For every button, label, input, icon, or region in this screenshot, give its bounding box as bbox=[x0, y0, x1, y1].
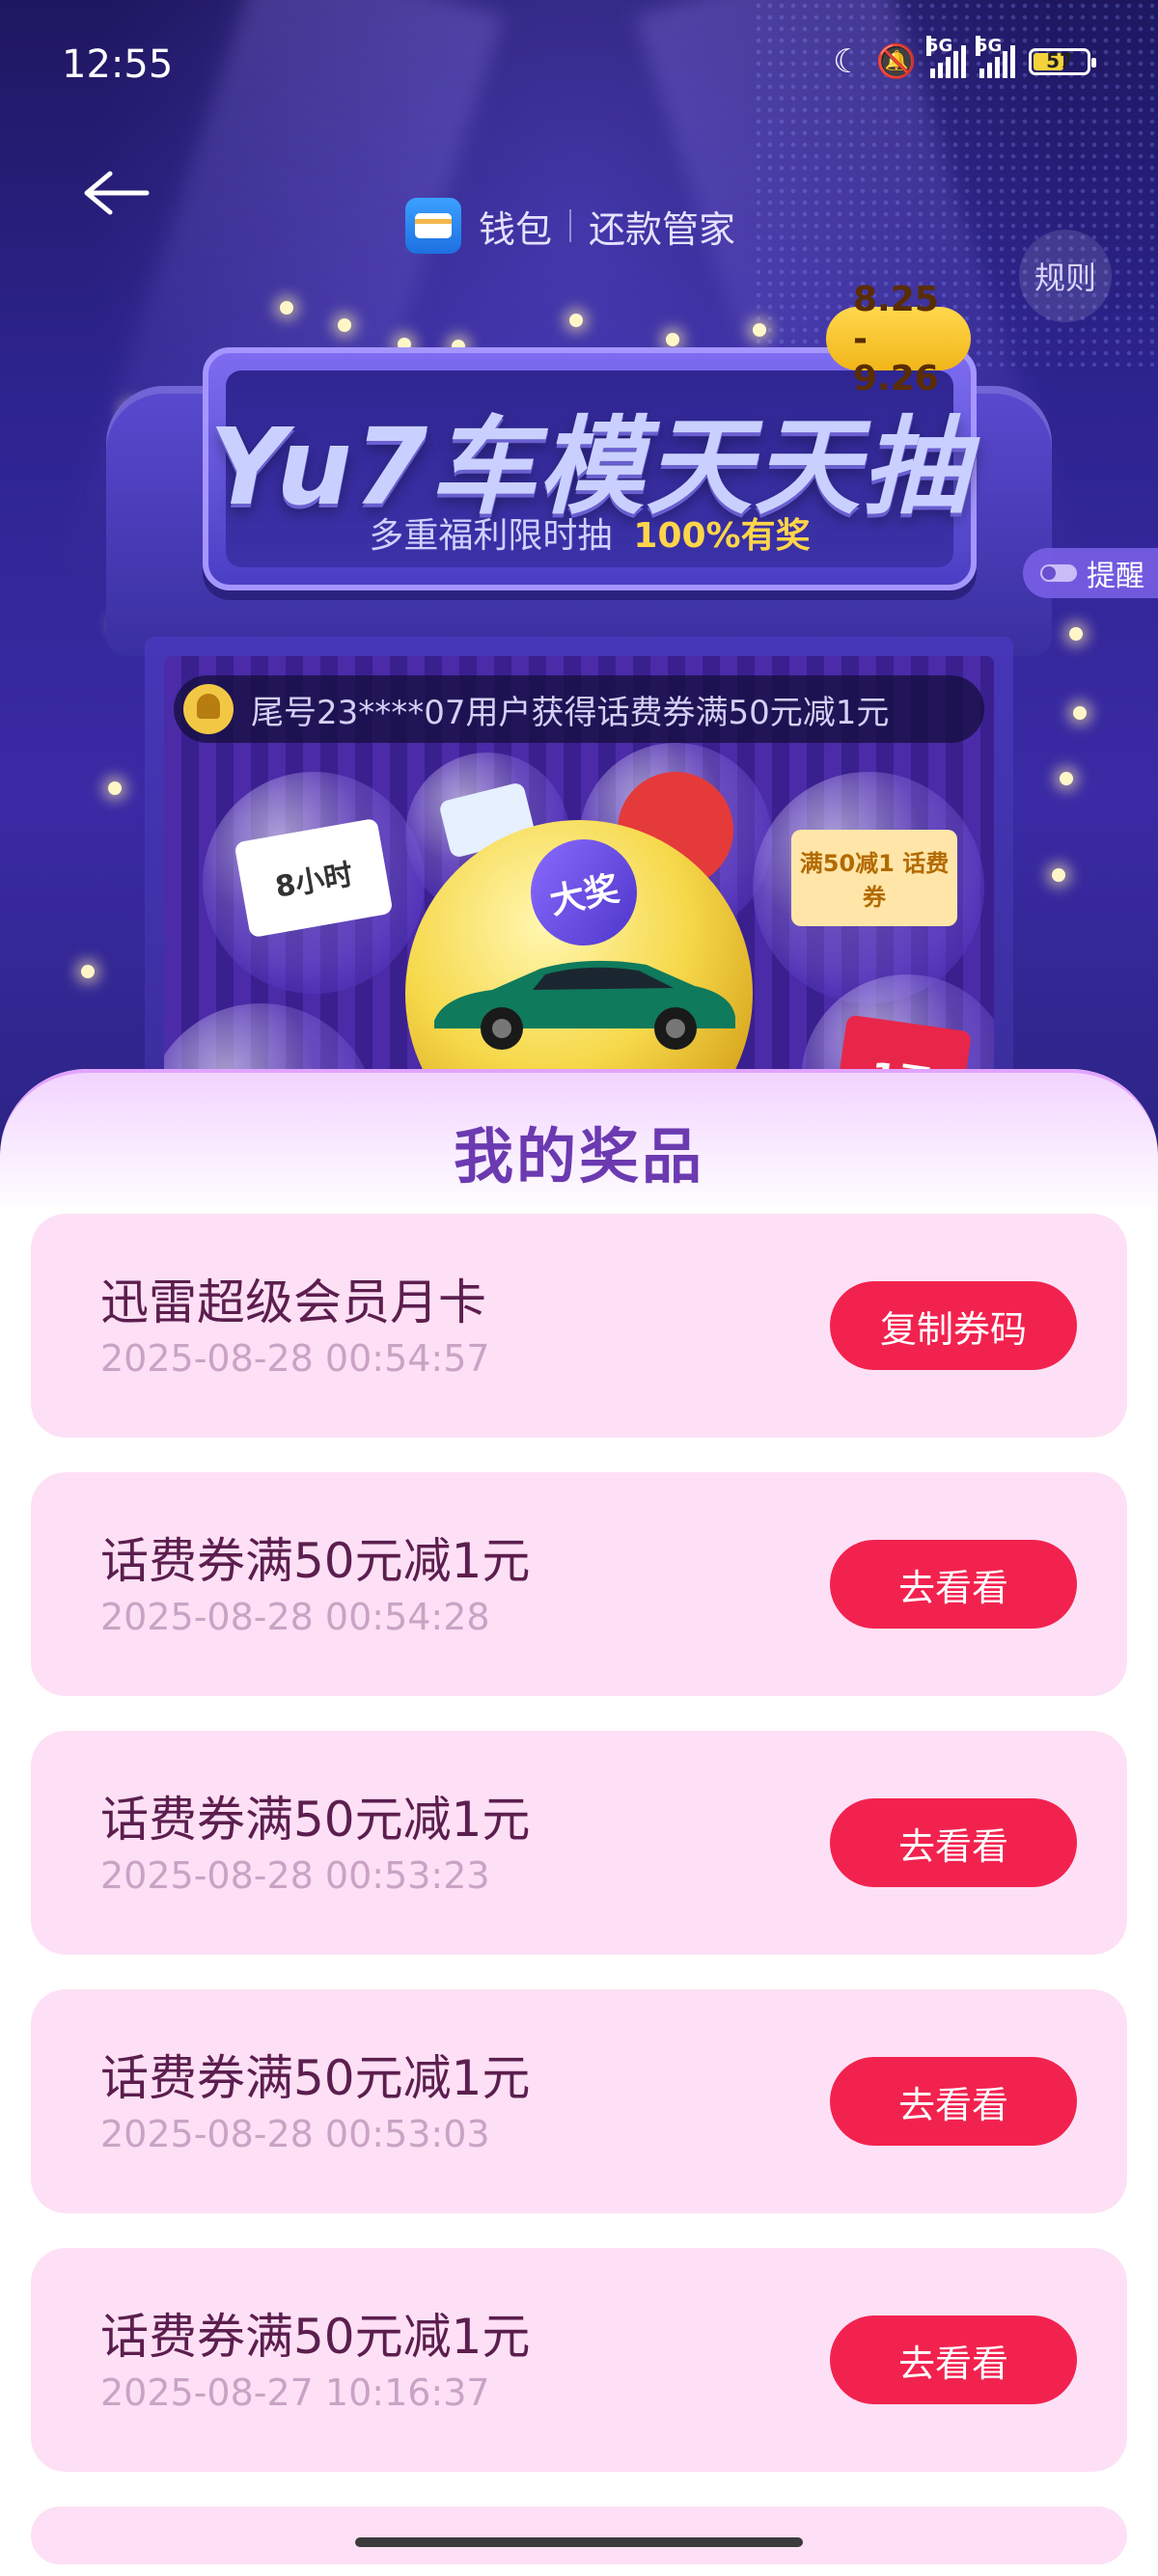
toggle-icon bbox=[1040, 564, 1077, 582]
winner-ticker: 尾号23****07用户获得话费券满50元减1元 bbox=[174, 675, 984, 743]
status-icons: ☾ 🔕 5G 5G 57 bbox=[833, 36, 1096, 81]
prize-name: 话费券满50元减1元 bbox=[100, 1792, 531, 1848]
prize-time: 2025-08-28 00:54:57 bbox=[100, 1337, 490, 1380]
wallet-icon bbox=[405, 198, 461, 254]
signal-icon-2: 5G bbox=[976, 36, 1015, 78]
copy-code-button[interactable]: 复制券码 bbox=[830, 1281, 1077, 1370]
view-button[interactable]: 去看看 bbox=[830, 2057, 1077, 2146]
title-board: Yu7车模天天抽 多重福利限时抽100%有奖 8.25 - 9.26 bbox=[203, 280, 977, 590]
machine-body: 尾号23****07用户获得话费券满50元减1元 8小时 满50减1 话费券 大… bbox=[145, 637, 1013, 1138]
sub-app-name: 还款管家 bbox=[589, 207, 736, 251]
prize-time: 2025-08-28 00:53:03 bbox=[100, 2113, 490, 2155]
back-arrow-icon[interactable] bbox=[77, 164, 154, 222]
my-prizes-sheet: 我的奖品 迅雷超级会员月卡 2025-08-28 00:54:57 复制券码 话… bbox=[0, 1069, 1158, 2576]
decor-light bbox=[280, 301, 293, 315]
prize-item-partial bbox=[31, 2507, 1127, 2564]
battery-icon: 57 bbox=[1029, 48, 1096, 75]
clock: 12:55 bbox=[62, 42, 174, 87]
prize-item: 话费券满50元减1元 2025-08-28 00:53:03 去看看 bbox=[31, 1989, 1127, 2213]
subtitle-highlight: 100%有奖 bbox=[633, 516, 811, 556]
decor-light bbox=[81, 965, 95, 978]
remind-label: 提醒 bbox=[1087, 560, 1144, 593]
moon-icon: ☾ bbox=[833, 42, 863, 81]
prize-time: 2025-08-28 00:53:23 bbox=[100, 1854, 490, 1897]
decor-light bbox=[1052, 868, 1065, 882]
prize-item: 话费券满50元减1元 2025-08-28 00:53:23 去看看 bbox=[31, 1731, 1127, 1955]
prize-item: 话费券满50元减1元 2025-08-27 10:16:37 去看看 bbox=[31, 2248, 1127, 2472]
prize-list: 迅雷超级会员月卡 2025-08-28 00:54:57 复制券码 话费券满50… bbox=[0, 1214, 1158, 2564]
remind-toggle[interactable]: 提醒 bbox=[1023, 548, 1158, 598]
bell-icon bbox=[183, 684, 234, 734]
bell-muted-icon: 🔕 bbox=[875, 42, 917, 81]
decor-light bbox=[1069, 627, 1083, 641]
prize-item: 迅雷超级会员月卡 2025-08-28 00:54:57 复制券码 bbox=[31, 1214, 1127, 1438]
prize-name: 迅雷超级会员月卡 bbox=[100, 1274, 486, 1330]
decor-light bbox=[666, 333, 679, 346]
prize-name: 话费券满50元减1元 bbox=[100, 2309, 531, 2365]
decor-light bbox=[338, 318, 351, 332]
prize-name: 话费券满50元减1元 bbox=[100, 1533, 531, 1589]
view-button[interactable]: 去看看 bbox=[830, 2316, 1077, 2404]
prize-time: 2025-08-27 10:16:37 bbox=[100, 2371, 490, 2414]
car-model-icon bbox=[434, 960, 735, 1050]
prize-time: 2025-08-28 00:54:28 bbox=[100, 1596, 490, 1638]
activity-subtitle: 多重福利限时抽 100%有奖 bbox=[369, 516, 811, 556]
claw-machine: Yu7车模天天抽 多重福利限时抽100%有奖 8.25 - 9.26 尾号23*… bbox=[106, 280, 1052, 1138]
date-range-badge: 8.25 - 9.26 bbox=[826, 280, 971, 398]
grand-prize-tag: 大奖 bbox=[520, 829, 648, 956]
app-header: 钱包 还款管家 bbox=[405, 198, 735, 254]
view-button[interactable]: 去看看 bbox=[830, 1540, 1077, 1629]
status-bar: 12:55 ☾ 🔕 5G 5G 57 bbox=[0, 0, 1158, 125]
view-button[interactable]: 去看看 bbox=[830, 1798, 1077, 1887]
sheet-title: 我的奖品 bbox=[453, 1121, 704, 1192]
membership-card: 8小时 bbox=[234, 817, 394, 939]
sheet-header: 我的奖品 bbox=[0, 1069, 1158, 1214]
capsule-membership: 8小时 bbox=[203, 772, 425, 994]
prize-item: 话费券满50元减1元 2025-08-28 00:54:28 去看看 bbox=[31, 1472, 1127, 1696]
prize-name: 话费券满50元减1元 bbox=[100, 2050, 531, 2106]
signal-icon: 5G bbox=[926, 36, 966, 78]
app-name: 钱包 bbox=[479, 207, 553, 251]
ticker-text: 尾号23****07用户获得话费券满50元减1元 bbox=[251, 693, 890, 732]
decor-light bbox=[569, 314, 583, 327]
machine-window: 尾号23****07用户获得话费券满50元减1元 8小时 满50减1 话费券 大… bbox=[164, 656, 994, 1138]
home-indicator[interactable] bbox=[355, 2537, 803, 2547]
capsule-coupon: 满50减1 话费券 bbox=[753, 772, 984, 1003]
decor-light bbox=[1060, 772, 1073, 785]
rules-button[interactable]: 规则 bbox=[1019, 230, 1112, 322]
coupon-card: 满50减1 话费券 bbox=[791, 830, 957, 926]
decor-light bbox=[1073, 706, 1087, 720]
divider bbox=[569, 209, 572, 242]
activity-banner: Yu7车模天天抽 多重福利限时抽100%有奖 8.25 - 9.26 尾号23*… bbox=[0, 0, 1158, 1138]
decor-light bbox=[753, 323, 766, 337]
